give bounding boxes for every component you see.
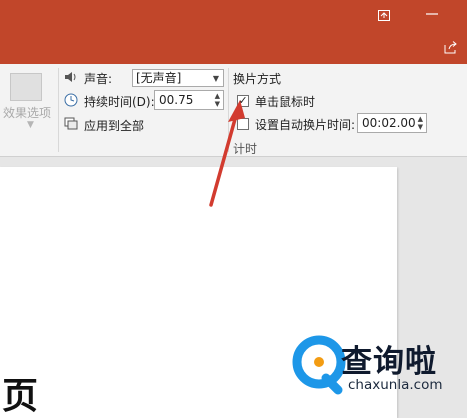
watermark-url: chaxunla.com xyxy=(348,377,443,393)
watermark-name: 查询啦 xyxy=(341,344,437,380)
